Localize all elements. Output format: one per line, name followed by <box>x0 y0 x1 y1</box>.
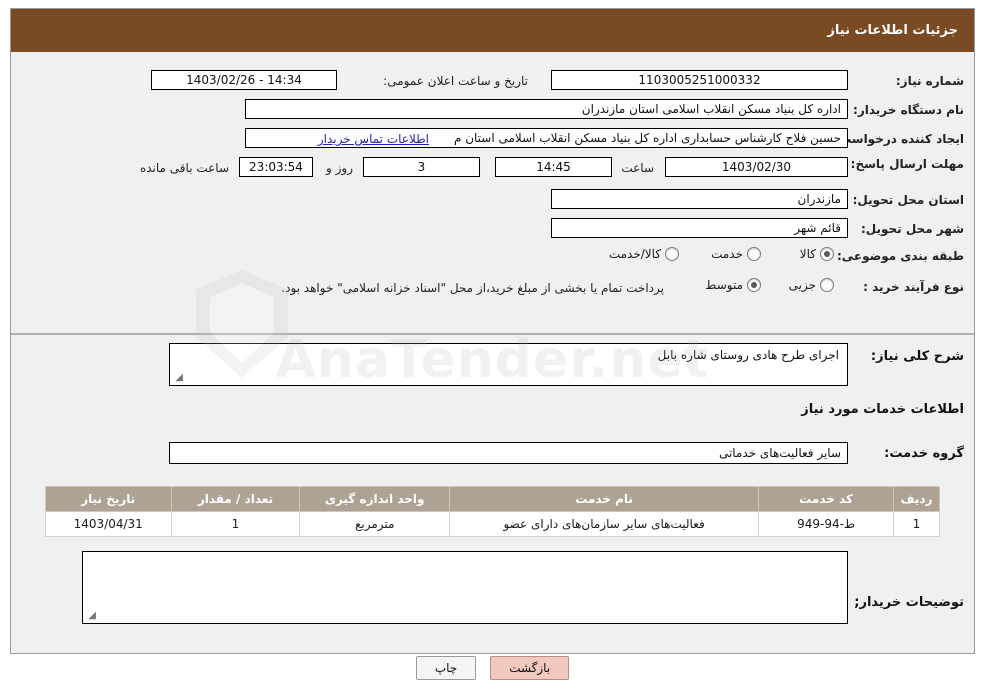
category-option-khedmat[interactable]: خدمت <box>711 247 761 261</box>
details-panel: جزئیات اطلاعات نیاز شماره نیاز: 11030052… <box>10 8 975 654</box>
page-title: جزئیات اطلاعات نیاز <box>827 23 958 38</box>
general-desc-value[interactable]: اجرای طرح هادی روستای شاره بابل ◢ <box>169 343 848 386</box>
remaining-suffix-label: ساعت باقی مانده <box>139 161 229 175</box>
purchase-type-option-label: جزیی <box>788 278 816 292</box>
category-option-label: خدمت <box>711 247 743 261</box>
footer-buttons: بازگشت چاپ <box>0 648 985 688</box>
remaining-days-value: 3 <box>363 157 480 177</box>
city-label: شهر محل تحویل: <box>860 222 964 236</box>
need-number-value: 1103005251000332 <box>551 70 848 90</box>
deadline-date-value: 1403/02/30 <box>665 157 848 177</box>
col-qty: تعداد / مقدار <box>170 486 301 512</box>
resize-grip-icon[interactable]: ◢ <box>86 611 96 621</box>
col-unit: واحد اندازه گیری <box>299 486 451 512</box>
radio-icon[interactable] <box>820 247 834 261</box>
buyer-org-value: اداره کل بنیاد مسکن انقلاب اسلامی استان … <box>245 99 848 119</box>
remaining-time-value: 23:03:54 <box>239 157 313 177</box>
category-label: طبقه بندی موضوعی: <box>836 249 964 263</box>
deadline-hour-value: 14:45 <box>495 157 612 177</box>
buyer-notes-label: توضیحات خریدار; <box>854 595 964 610</box>
service-group-value: سایر فعالیت‌های خدماتی <box>169 442 848 464</box>
radio-icon[interactable] <box>747 247 761 261</box>
remaining-days-label: روز و <box>326 161 353 175</box>
resize-grip-icon[interactable]: ◢ <box>173 373 183 383</box>
buyer-notes-value[interactable]: ◢ <box>82 551 848 624</box>
buyer-org-label: نام دستگاه خریدار: <box>853 103 964 117</box>
general-desc-text: اجرای طرح هادی روستای شاره بابل <box>657 348 839 362</box>
category-option-kala-khedmat[interactable]: کالا/خدمت <box>609 247 679 261</box>
col-name: نام خدمت <box>449 486 760 512</box>
category-option-kala[interactable]: کالا <box>800 247 834 261</box>
announce-datetime-value: 14:34 - 1403/02/26 <box>151 70 337 90</box>
city-value: قائم شهر <box>551 218 848 238</box>
category-option-label: کالا/خدمت <box>608 247 661 261</box>
col-date: تاریخ نیاز <box>45 486 172 512</box>
purchase-note: پرداخت تمام یا بخشی از مبلغ خرید،از محل … <box>281 281 664 295</box>
creator-label: ایجاد کننده درخواست: <box>834 132 964 146</box>
deadline-hour-label: ساعت <box>621 161 654 175</box>
table-header-row: ردیف کد خدمت نام خدمت واحد اندازه گیری ت… <box>45 486 941 512</box>
cell-qty: 1 <box>170 511 301 537</box>
print-button[interactable]: چاپ <box>415 656 477 680</box>
need-details-section: شرح کلی نیاز: اجرای طرح هادی روستای شاره… <box>11 335 974 653</box>
cell-name: فعالیت‌های سایر سازمان‌های دارای عضو <box>449 511 760 537</box>
purchase-type-option-jozii[interactable]: جزیی <box>789 278 834 292</box>
province-value: مازندران <box>551 189 848 209</box>
panel-header: جزئیات اطلاعات نیاز <box>11 9 974 52</box>
cell-row: 1 <box>892 511 941 537</box>
cell-date: 1403/04/31 <box>45 511 172 537</box>
radio-icon[interactable] <box>747 278 761 292</box>
col-row: ردیف <box>892 486 941 512</box>
col-code: کد خدمت <box>758 486 894 512</box>
cell-unit: مترمربع <box>299 511 451 537</box>
cell-code: ط-94-949 <box>758 511 894 537</box>
purchase-type-option-label: متوسط <box>705 278 743 292</box>
back-button[interactable]: بازگشت <box>490 656 570 680</box>
buyer-contact-link[interactable]: اطلاعات تماس خریدار <box>318 132 429 146</box>
purchase-type-option-motavaset[interactable]: متوسط <box>705 278 761 292</box>
purchase-type-label: نوع فرآیند خرید : <box>863 280 964 294</box>
announce-datetime-label: تاریخ و ساعت اعلان عمومی: <box>383 74 528 88</box>
radio-icon[interactable] <box>665 247 679 261</box>
category-option-label: کالا <box>799 247 816 261</box>
services-table: ردیف کد خدمت نام خدمت واحد اندازه گیری ت… <box>45 486 941 537</box>
radio-icon[interactable] <box>820 278 834 292</box>
need-info-section: شماره نیاز: 1103005251000332 تاریخ و ساع… <box>11 52 974 335</box>
need-number-label: شماره نیاز: <box>895 74 964 88</box>
services-info-title: اطلاعات خدمات مورد نیاز <box>801 402 964 417</box>
province-label: استان محل تحویل: <box>852 193 964 207</box>
table-row: 1 ط-94-949 فعالیت‌های سایر سازمان‌های دا… <box>45 511 941 537</box>
general-desc-label: شرح کلی نیاز: <box>870 349 964 364</box>
page-root: AnaTender.net جزئیات اطلاعات نیاز شماره … <box>0 0 985 691</box>
service-group-label: گروه خدمت: <box>884 446 964 461</box>
